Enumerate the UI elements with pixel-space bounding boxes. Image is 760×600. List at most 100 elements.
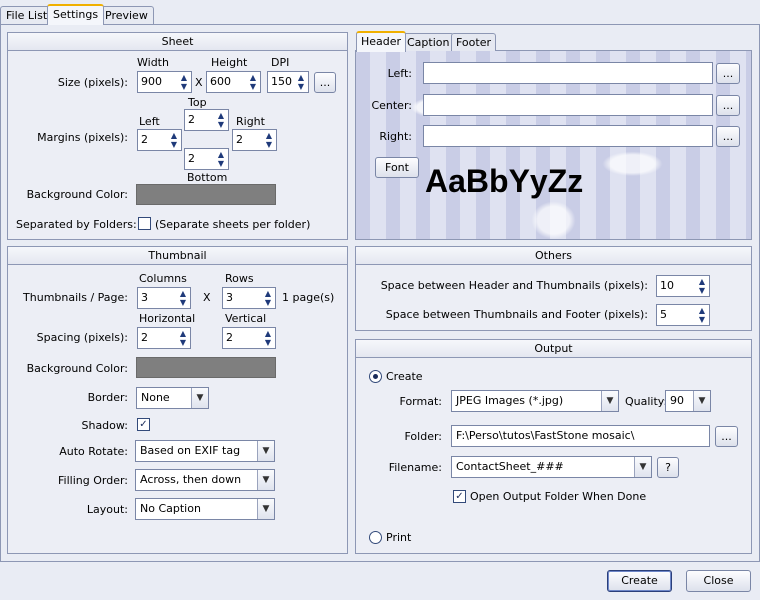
header-left-more-button[interactable]: ... [716, 63, 740, 84]
rows-spinner[interactable]: 3 ▲ ▼ [222, 287, 276, 309]
tab-caption[interactable]: Caption [402, 33, 455, 51]
horizontal-spacing-spinner[interactable]: 2 ▲ ▼ [137, 327, 191, 349]
dpi-spinner[interactable]: 150 ▲ ▼ [267, 71, 309, 93]
margin-right-spinner[interactable]: 2 ▲ ▼ [232, 129, 277, 151]
vertical-label: Vertical [225, 312, 267, 325]
quality-select[interactable]: 90 ▼ [665, 390, 711, 412]
tab-file-list[interactable]: File List [0, 6, 54, 24]
tab-preview[interactable]: Preview [99, 6, 154, 24]
chevron-down-icon[interactable]: ▼ [257, 499, 274, 519]
space-footer-label: Space between Thumbnails and Footer (pix… [385, 308, 648, 321]
spinner-arrows-icon[interactable]: ▲ ▼ [178, 73, 190, 91]
spinner-arrows-icon[interactable]: ▲ ▼ [262, 329, 274, 347]
width-spinner[interactable]: 900 ▲ ▼ [137, 71, 192, 93]
chevron-down-icon[interactable]: ▼ [601, 391, 618, 411]
spinner-arrows-icon[interactable]: ▲ ▼ [215, 111, 227, 129]
border-select[interactable]: None ▼ [136, 387, 209, 409]
create-button[interactable]: Create [607, 570, 672, 592]
layout-select[interactable]: No Caption ▼ [135, 498, 275, 520]
spinner-arrows-icon[interactable]: ▲ ▼ [177, 329, 189, 347]
header-center-more-button[interactable]: ... [716, 95, 740, 116]
tab-settings[interactable]: Settings [47, 4, 105, 25]
shadow-checkbox[interactable]: ✓ [137, 418, 150, 431]
pages-count: 1 page(s) [282, 291, 335, 304]
spacing-label: Spacing (pixels): [36, 331, 128, 344]
thumbnail-bg-label: Background Color: [26, 362, 128, 375]
tab-footer[interactable]: Footer [451, 33, 496, 51]
x-label: X [195, 76, 203, 89]
tab-header[interactable]: Header [356, 31, 407, 52]
folder-label: Folder: [404, 430, 442, 443]
header-left-input[interactable] [423, 62, 713, 84]
header-right-more-button[interactable]: ... [716, 126, 740, 147]
sheet-bg-label: Background Color: [26, 188, 128, 201]
times-label: X [203, 291, 211, 304]
margin-left-spinner[interactable]: 2 ▲ ▼ [137, 129, 182, 151]
bottom-label: Bottom [187, 171, 228, 184]
thumbnails-per-page-label: Thumbnails / Page: [23, 291, 128, 304]
create-radio-label[interactable]: Create [386, 370, 423, 383]
border-label: Border: [87, 391, 128, 404]
folder-input[interactable]: F:\Perso\tutos\FastStone mosaic\ [451, 425, 710, 447]
chevron-down-icon[interactable]: ▼ [634, 457, 651, 477]
shadow-label: Shadow: [81, 419, 128, 432]
thumbnail-title: Thumbnail [8, 247, 347, 265]
spinner-arrows-icon[interactable]: ▲ ▼ [263, 131, 275, 149]
filename-help-button[interactable]: ? [657, 457, 679, 478]
format-select[interactable]: JPEG Images (*.jpg) ▼ [451, 390, 619, 412]
print-radio-label[interactable]: Print [386, 531, 411, 544]
columns-label: Columns [139, 272, 187, 285]
spinner-arrows-icon[interactable]: ▲ ▼ [247, 73, 259, 91]
header-center-input[interactable] [423, 94, 713, 116]
spinner-arrows-icon[interactable]: ▲ ▼ [696, 277, 708, 295]
margin-bottom-spinner[interactable]: 2 ▲ ▼ [184, 148, 229, 170]
filename-select[interactable]: ContactSheet_### ▼ [451, 456, 652, 478]
sheet-bg-color-swatch[interactable] [136, 184, 276, 205]
header-left-label: Left: [387, 67, 412, 80]
sheet-title: Sheet [8, 33, 347, 51]
spinner-arrows-icon[interactable]: ▲ ▼ [215, 150, 227, 168]
margin-top-spinner[interactable]: 2 ▲ ▼ [184, 109, 229, 131]
font-button[interactable]: Font [375, 157, 419, 178]
dpi-more-button[interactable]: ... [314, 72, 336, 93]
close-button[interactable]: Close [686, 570, 751, 592]
open-folder-checkbox[interactable]: ✓ [453, 490, 466, 503]
output-title: Output [356, 340, 751, 358]
open-folder-label[interactable]: Open Output Folder When Done [470, 490, 646, 503]
dpi-label: DPI [271, 56, 290, 69]
thumbnail-bg-color-swatch[interactable] [136, 357, 276, 378]
filling-order-label: Filling Order: [58, 474, 128, 487]
header-right-label: Right: [379, 130, 412, 143]
spinner-arrows-icon[interactable]: ▲ ▼ [295, 73, 307, 91]
height-spinner[interactable]: 600 ▲ ▼ [206, 71, 261, 93]
auto-rotate-select[interactable]: Based on EXIF tag ▼ [135, 440, 275, 462]
folder-browse-button[interactable]: ... [715, 426, 738, 447]
create-radio[interactable] [369, 370, 382, 383]
print-radio[interactable] [369, 531, 382, 544]
top-label: Top [188, 96, 207, 109]
chevron-down-icon[interactable]: ▼ [257, 470, 274, 490]
vertical-spacing-spinner[interactable]: 2 ▲ ▼ [222, 327, 276, 349]
font-preview: AaBbYyZz [425, 163, 584, 199]
rows-label: Rows [225, 272, 254, 285]
space-header-label: Space between Header and Thumbnails (pix… [380, 279, 648, 292]
chevron-down-icon[interactable]: ▼ [693, 391, 710, 411]
quality-label: Quality: [625, 395, 668, 408]
spinner-arrows-icon[interactable]: ▲ ▼ [262, 289, 274, 307]
spinner-arrows-icon[interactable]: ▲ ▼ [696, 306, 708, 324]
horizontal-label: Horizontal [139, 312, 196, 325]
chevron-down-icon[interactable]: ▼ [191, 388, 208, 408]
header-right-input[interactable] [423, 125, 713, 147]
separated-text: (Separate sheets per folder) [155, 218, 311, 231]
separated-checkbox[interactable] [138, 217, 151, 230]
spinner-arrows-icon[interactable]: ▲ ▼ [177, 289, 189, 307]
right-label: Right [236, 115, 265, 128]
space-header-spinner[interactable]: 10 ▲ ▼ [656, 275, 710, 297]
width-label: Width [137, 56, 169, 69]
filename-label: Filename: [388, 461, 442, 474]
filling-order-select[interactable]: Across, then down ▼ [135, 469, 275, 491]
chevron-down-icon[interactable]: ▼ [257, 441, 274, 461]
space-footer-spinner[interactable]: 5 ▲ ▼ [656, 304, 710, 326]
spinner-arrows-icon[interactable]: ▲ ▼ [168, 131, 180, 149]
columns-spinner[interactable]: 3 ▲ ▼ [137, 287, 191, 309]
